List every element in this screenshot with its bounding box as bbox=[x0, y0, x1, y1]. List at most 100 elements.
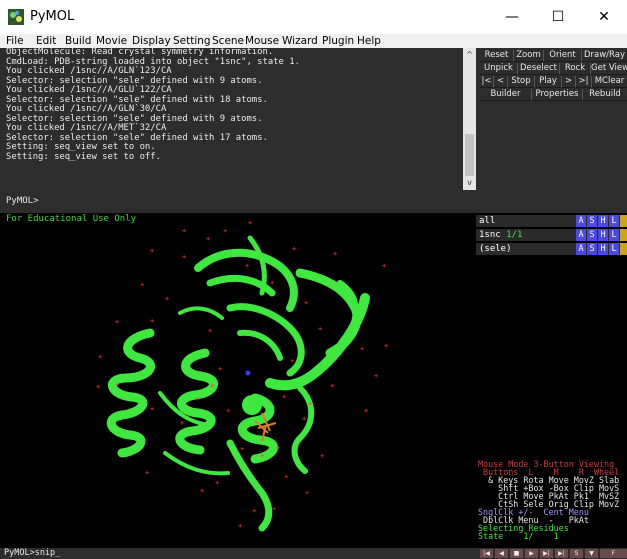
svg-text:+: + bbox=[165, 295, 169, 303]
menu-file[interactable]: File bbox=[6, 34, 24, 48]
svg-text:+: + bbox=[245, 262, 249, 270]
end-icon[interactable]: ▶| bbox=[555, 549, 568, 558]
protein-cartoon[interactable]: ++++ ++++ ++++ + +++ ++++ + +++ ++++ ++++ … bbox=[0, 213, 476, 548]
play-icon[interactable]: ▶ bbox=[525, 549, 538, 558]
show-button[interactable]: S bbox=[587, 215, 597, 227]
show-button[interactable]: S bbox=[587, 243, 597, 255]
scene-icon[interactable]: S bbox=[570, 549, 583, 558]
svg-text:+: + bbox=[200, 487, 204, 495]
svg-text:+: + bbox=[240, 445, 244, 453]
rewind-icon[interactable]: |◀ bbox=[480, 549, 493, 558]
hide-button[interactable]: H bbox=[598, 229, 608, 241]
control-panel: Reset Zoom Orient Draw/Ray Unpick Desele… bbox=[476, 48, 627, 190]
molecule-viewer[interactable]: For Educational Use Only + + + + + + + +… bbox=[0, 213, 476, 548]
stop-button[interactable]: Stop bbox=[508, 76, 535, 88]
object-row-1snc[interactable]: 1snc 1/1 A S H L bbox=[476, 229, 627, 241]
svg-text:+: + bbox=[150, 405, 154, 413]
console-text: ObjectMolecule: Read crystal symmetry in… bbox=[6, 48, 300, 162]
action-button[interactable]: A bbox=[576, 229, 586, 241]
svg-text:+: + bbox=[360, 345, 364, 353]
scroll-down-icon[interactable]: v bbox=[463, 178, 476, 188]
svg-text:+: + bbox=[284, 473, 288, 481]
color-button[interactable] bbox=[620, 215, 627, 227]
console-scrollbar[interactable]: ^ v bbox=[463, 48, 476, 190]
zoom-button[interactable]: Zoom bbox=[514, 50, 544, 62]
menu-build[interactable]: Build bbox=[65, 34, 91, 48]
minimize-button[interactable]: — bbox=[489, 0, 535, 34]
svg-text:+: + bbox=[330, 382, 334, 390]
orient-button[interactable]: Orient bbox=[544, 50, 582, 62]
object-row-all[interactable]: all A S H L bbox=[476, 215, 627, 227]
step-back-icon[interactable]: ◀ bbox=[495, 549, 508, 558]
scroll-thumb[interactable] bbox=[465, 134, 474, 176]
unpick-button[interactable]: Unpick bbox=[480, 63, 518, 75]
prev-frame-button[interactable]: < bbox=[494, 76, 508, 88]
menu-wizard[interactable]: Wizard bbox=[282, 34, 318, 48]
deselect-button[interactable]: Deselect bbox=[518, 63, 560, 75]
step-forward-icon[interactable]: ▶| bbox=[540, 549, 553, 558]
command-line[interactable]: PyMOL>snip_ bbox=[0, 548, 476, 559]
stop-icon[interactable]: ■ bbox=[510, 549, 523, 558]
first-frame-button[interactable]: |< bbox=[480, 76, 494, 88]
label-button[interactable]: L bbox=[609, 243, 619, 255]
get-view-button[interactable]: Get View bbox=[591, 63, 627, 75]
svg-text:+: + bbox=[333, 250, 337, 258]
svg-text:+: + bbox=[196, 395, 200, 403]
pymol-logo-icon bbox=[8, 9, 24, 25]
svg-text:+: + bbox=[145, 469, 149, 477]
menu-plugin[interactable]: Plugin bbox=[322, 34, 354, 48]
draw-ray-button[interactable]: Draw/Ray bbox=[582, 50, 627, 62]
svg-text:+: + bbox=[182, 227, 186, 235]
svg-text:+: + bbox=[226, 407, 230, 415]
show-button[interactable]: S bbox=[587, 229, 597, 241]
svg-text:+: + bbox=[182, 253, 186, 261]
play-button[interactable]: Play bbox=[535, 76, 562, 88]
rebuild-button[interactable]: Rebuild bbox=[583, 89, 627, 101]
svg-text:+: + bbox=[140, 281, 144, 289]
action-button[interactable]: A bbox=[576, 243, 586, 255]
playback-bar: |◀ ◀ ■ ▶ ▶| ▶| S ▼ F bbox=[476, 548, 627, 559]
hide-button[interactable]: H bbox=[598, 215, 608, 227]
svg-text:+: + bbox=[374, 372, 378, 380]
label-button[interactable]: L bbox=[609, 215, 619, 227]
action-button[interactable]: A bbox=[576, 215, 586, 227]
svg-text:+: + bbox=[302, 415, 306, 423]
close-button[interactable]: ✕ bbox=[581, 0, 627, 34]
svg-text:+: + bbox=[276, 444, 280, 452]
color-button[interactable] bbox=[620, 229, 627, 241]
command-prompt-bar[interactable]: PyMOL> bbox=[0, 190, 627, 213]
svg-text:+: + bbox=[305, 489, 309, 497]
properties-button[interactable]: Properties bbox=[532, 89, 583, 101]
mclear-button[interactable]: MClear bbox=[592, 76, 627, 88]
svg-text:+: + bbox=[290, 357, 294, 365]
scroll-up-icon[interactable]: ^ bbox=[463, 50, 476, 60]
menu-mouse[interactable]: Mouse bbox=[245, 34, 279, 48]
svg-text:+: + bbox=[115, 381, 119, 389]
menu-edit[interactable]: Edit bbox=[36, 34, 56, 48]
next-frame-button[interactable]: > bbox=[562, 76, 576, 88]
command-prompt[interactable]: PyMOL> bbox=[6, 196, 39, 206]
menu-movie[interactable]: Movie bbox=[96, 34, 127, 48]
menu-scene[interactable]: Scene bbox=[212, 34, 244, 48]
svg-text:+: + bbox=[304, 299, 308, 307]
menu-display[interactable]: Display bbox=[132, 34, 171, 48]
svg-text:+: + bbox=[318, 325, 322, 333]
builder-button[interactable]: Builder bbox=[480, 89, 532, 101]
maximize-button[interactable]: ☐ bbox=[535, 0, 581, 34]
svg-text:+: + bbox=[98, 353, 102, 361]
last-frame-button[interactable]: >| bbox=[576, 76, 592, 88]
svg-text:+: + bbox=[150, 247, 154, 255]
scene-menu-icon[interactable]: ▼ bbox=[585, 549, 598, 558]
mouse-mode-panel[interactable]: Mouse Mode 3-Button Viewing Buttons L M … bbox=[476, 458, 627, 548]
menu-setting[interactable]: Setting bbox=[173, 34, 211, 48]
rock-button[interactable]: Rock bbox=[560, 63, 591, 75]
hide-button[interactable]: H bbox=[598, 243, 608, 255]
reset-button[interactable]: Reset bbox=[480, 50, 514, 62]
label-button[interactable]: L bbox=[609, 229, 619, 241]
object-row-sele[interactable]: (sele) A S H L bbox=[476, 243, 627, 255]
color-button[interactable] bbox=[620, 243, 627, 255]
fullscreen-icon[interactable]: F bbox=[600, 549, 627, 558]
menu-help[interactable]: Help bbox=[357, 34, 381, 48]
command-input[interactable]: PyMOL>snip_ bbox=[4, 548, 60, 559]
svg-text:+: + bbox=[208, 327, 212, 335]
